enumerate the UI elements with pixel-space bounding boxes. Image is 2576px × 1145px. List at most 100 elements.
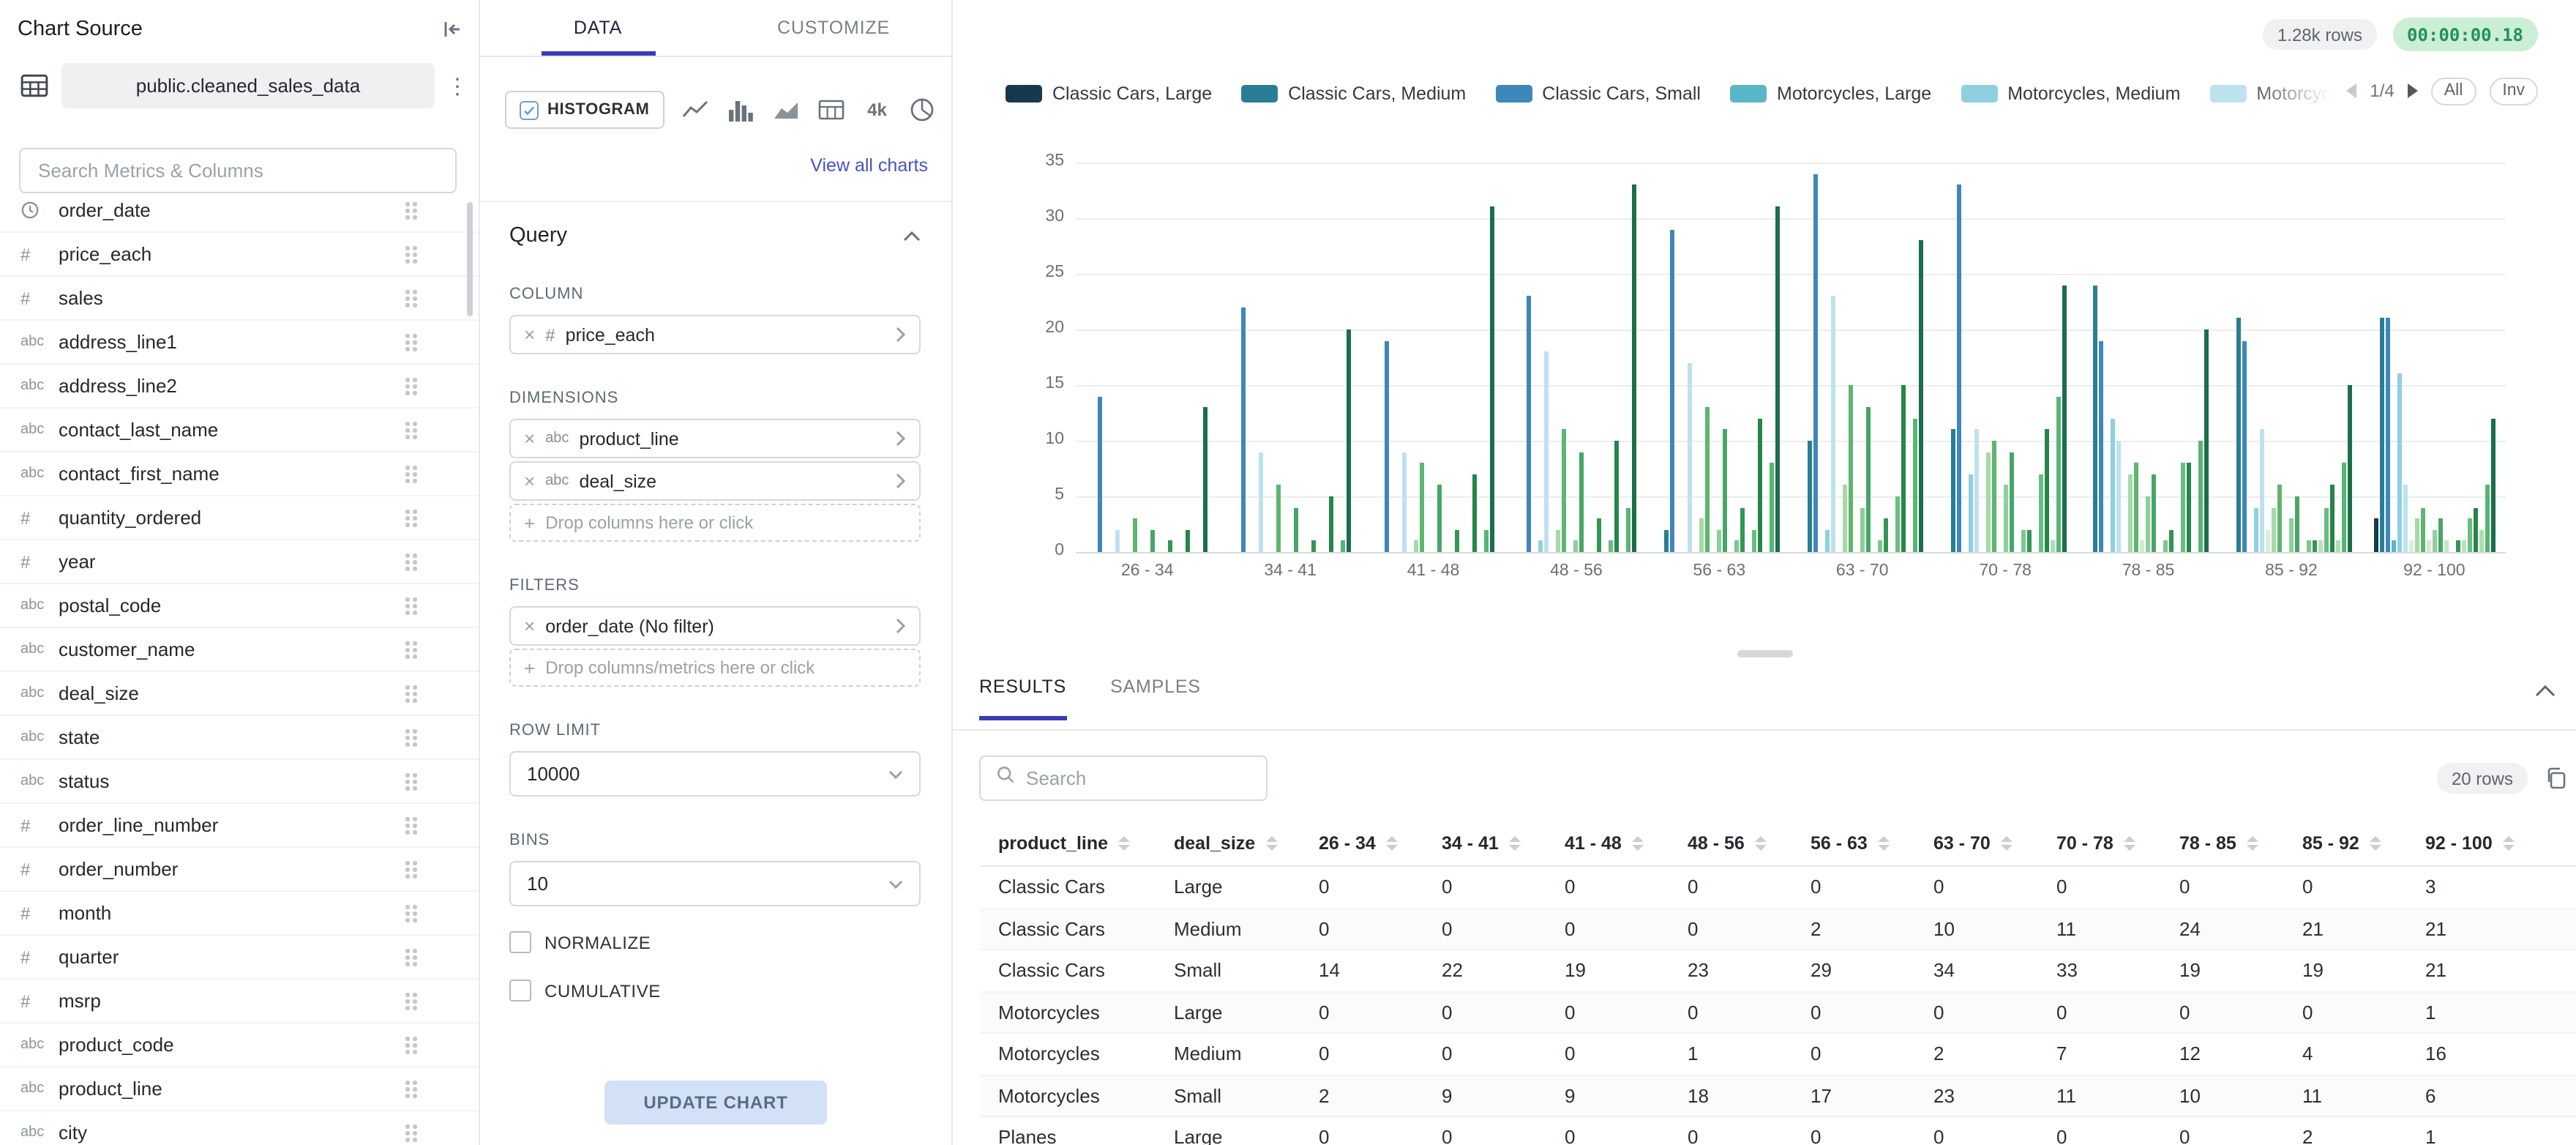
chevron-up-icon[interactable]	[903, 231, 921, 241]
legend-entry[interactable]: Motorcycles, Medium	[1961, 83, 2180, 104]
legend-entry[interactable]: Motorcycles, Small	[2209, 83, 2330, 104]
drag-handle-icon[interactable]	[405, 332, 417, 351]
filter-pill[interactable]: × order_date (No filter)	[509, 606, 921, 646]
tab-data[interactable]: DATA	[480, 0, 716, 56]
bins-select[interactable]: 10	[509, 861, 921, 906]
chevron-right-icon[interactable]	[896, 618, 906, 634]
column-header[interactable]: 41 - 48	[1547, 833, 1670, 854]
legend-all-button[interactable]: All	[2431, 77, 2476, 105]
remove-icon[interactable]: ×	[524, 616, 535, 635]
update-chart-button[interactable]: UPDATE CHART	[604, 1081, 827, 1125]
legend-inv-button[interactable]: Inv	[2489, 77, 2538, 105]
drag-handle-icon[interactable]	[405, 1079, 417, 1098]
column-item[interactable]: #msrp	[0, 980, 479, 1023]
chevron-right-icon[interactable]	[896, 327, 906, 343]
copy-icon[interactable]	[2544, 766, 2567, 797]
column-header[interactable]: 56 - 63	[1793, 833, 1916, 854]
results-collapse-icon[interactable]	[2535, 685, 2556, 697]
column-item[interactable]: #sales	[0, 277, 479, 321]
column-header[interactable]: 85 - 92	[2285, 833, 2408, 854]
column-header[interactable]: 26 - 34	[1301, 833, 1424, 854]
column-item[interactable]: abcaddress_line1	[0, 321, 479, 365]
drag-handle-icon[interactable]	[405, 903, 417, 922]
results-search-input[interactable]	[1026, 767, 1231, 789]
drag-handle-icon[interactable]	[405, 728, 417, 747]
tab-results[interactable]: RESULTS	[979, 676, 1066, 720]
dataset-menu-icon[interactable]: ⋮	[446, 72, 467, 99]
legend-entry[interactable]: Motorcycles, Large	[1730, 83, 1931, 104]
cumulative-checkbox[interactable]	[509, 980, 531, 1002]
column-item[interactable]: abcproduct_line	[0, 1067, 479, 1111]
bar-chart-icon[interactable]	[721, 90, 760, 130]
drag-handle-icon[interactable]	[405, 859, 417, 879]
dimensions-drop-zone[interactable]: + Drop columns here or click	[509, 504, 921, 542]
dataset-selector[interactable]: public.cleaned_sales_data	[61, 63, 435, 108]
metrics-search-input[interactable]	[19, 148, 457, 193]
line-chart-icon[interactable]	[675, 90, 715, 130]
area-chart-icon[interactable]	[766, 90, 806, 130]
legend-entry[interactable]: Classic Cars, Large	[1006, 83, 1212, 104]
dimension-pill[interactable]: × abc deal_size	[509, 461, 921, 501]
drag-handle-icon[interactable]	[405, 508, 417, 527]
filters-drop-zone[interactable]: + Drop columns/metrics here or click	[509, 649, 921, 687]
legend-entry[interactable]: Classic Cars, Small	[1495, 83, 1701, 104]
column-item[interactable]: abccontact_first_name	[0, 452, 479, 496]
column-header[interactable]: 78 - 85	[2162, 833, 2285, 854]
chevron-right-icon[interactable]	[896, 473, 906, 489]
drag-handle-icon[interactable]	[405, 596, 417, 615]
dimension-pill[interactable]: × abc product_line	[509, 419, 921, 458]
column-header[interactable]: 34 - 41	[1424, 833, 1547, 854]
column-header[interactable]: 48 - 56	[1670, 833, 1793, 854]
remove-icon[interactable]: ×	[524, 429, 535, 448]
chevron-right-icon[interactable]	[896, 430, 906, 447]
column-header[interactable]: 92 - 100	[2408, 833, 2531, 854]
drag-handle-icon[interactable]	[405, 772, 417, 791]
tab-customize[interactable]: CUSTOMIZE	[716, 0, 951, 56]
tab-samples[interactable]: SAMPLES	[1110, 676, 1201, 720]
column-pill[interactable]: × # price_each	[509, 315, 921, 354]
column-item[interactable]: #order_number	[0, 848, 479, 892]
column-item[interactable]: abccustomer_name	[0, 628, 479, 672]
column-item[interactable]: abcproduct_code	[0, 1023, 479, 1067]
scrollbar-thumb[interactable]	[467, 202, 473, 316]
column-item[interactable]: abccontact_last_name	[0, 409, 479, 452]
drag-handle-icon[interactable]	[405, 1123, 417, 1142]
column-header[interactable]: product_line	[981, 833, 1156, 854]
drag-handle-icon[interactable]	[405, 947, 417, 966]
drag-handle-icon[interactable]	[405, 201, 417, 220]
column-item[interactable]: abcdeal_size	[0, 672, 479, 716]
drag-handle-icon[interactable]	[405, 288, 417, 307]
drag-handle-icon[interactable]	[405, 991, 417, 1010]
drag-handle-icon[interactable]	[405, 376, 417, 395]
viz-type-button[interactable]: HISTOGRAM	[505, 91, 664, 129]
legend-next-icon[interactable]	[2408, 83, 2418, 98]
collapse-panel-icon[interactable]	[441, 18, 464, 41]
column-item[interactable]: abcpostal_code	[0, 584, 479, 628]
remove-icon[interactable]: ×	[524, 471, 535, 491]
big-number-icon[interactable]: 4k	[857, 90, 896, 130]
drag-handle-icon[interactable]	[405, 552, 417, 571]
cumulative-checkbox-row[interactable]: CUMULATIVE	[509, 980, 921, 1002]
column-item[interactable]: #month	[0, 892, 479, 936]
remove-icon[interactable]: ×	[524, 325, 535, 344]
column-header[interactable]: 70 - 78	[2039, 833, 2162, 854]
view-all-charts-link[interactable]: View all charts	[810, 155, 928, 176]
drag-handle-icon[interactable]	[405, 640, 417, 659]
drag-handle-icon[interactable]	[405, 816, 417, 835]
column-item[interactable]: order_date	[0, 189, 479, 233]
drag-handle-icon[interactable]	[405, 684, 417, 703]
row-limit-select[interactable]: 10000	[509, 751, 921, 797]
column-item[interactable]: abcaddress_line2	[0, 365, 479, 409]
normalize-checkbox-row[interactable]: NORMALIZE	[509, 931, 921, 953]
column-item[interactable]: abccity	[0, 1111, 479, 1145]
pie-chart-icon[interactable]	[902, 90, 942, 130]
table-icon[interactable]	[812, 90, 851, 130]
column-item[interactable]: #order_line_number	[0, 804, 479, 848]
normalize-checkbox[interactable]	[509, 931, 531, 953]
legend-entry[interactable]: Classic Cars, Medium	[1241, 83, 1466, 104]
column-item[interactable]: #quarter	[0, 936, 479, 980]
drag-handle-icon[interactable]	[405, 1035, 417, 1054]
column-header[interactable]: deal_size	[1156, 833, 1301, 854]
column-item[interactable]: #quantity_ordered	[0, 496, 479, 540]
column-item[interactable]: #price_each	[0, 233, 479, 277]
